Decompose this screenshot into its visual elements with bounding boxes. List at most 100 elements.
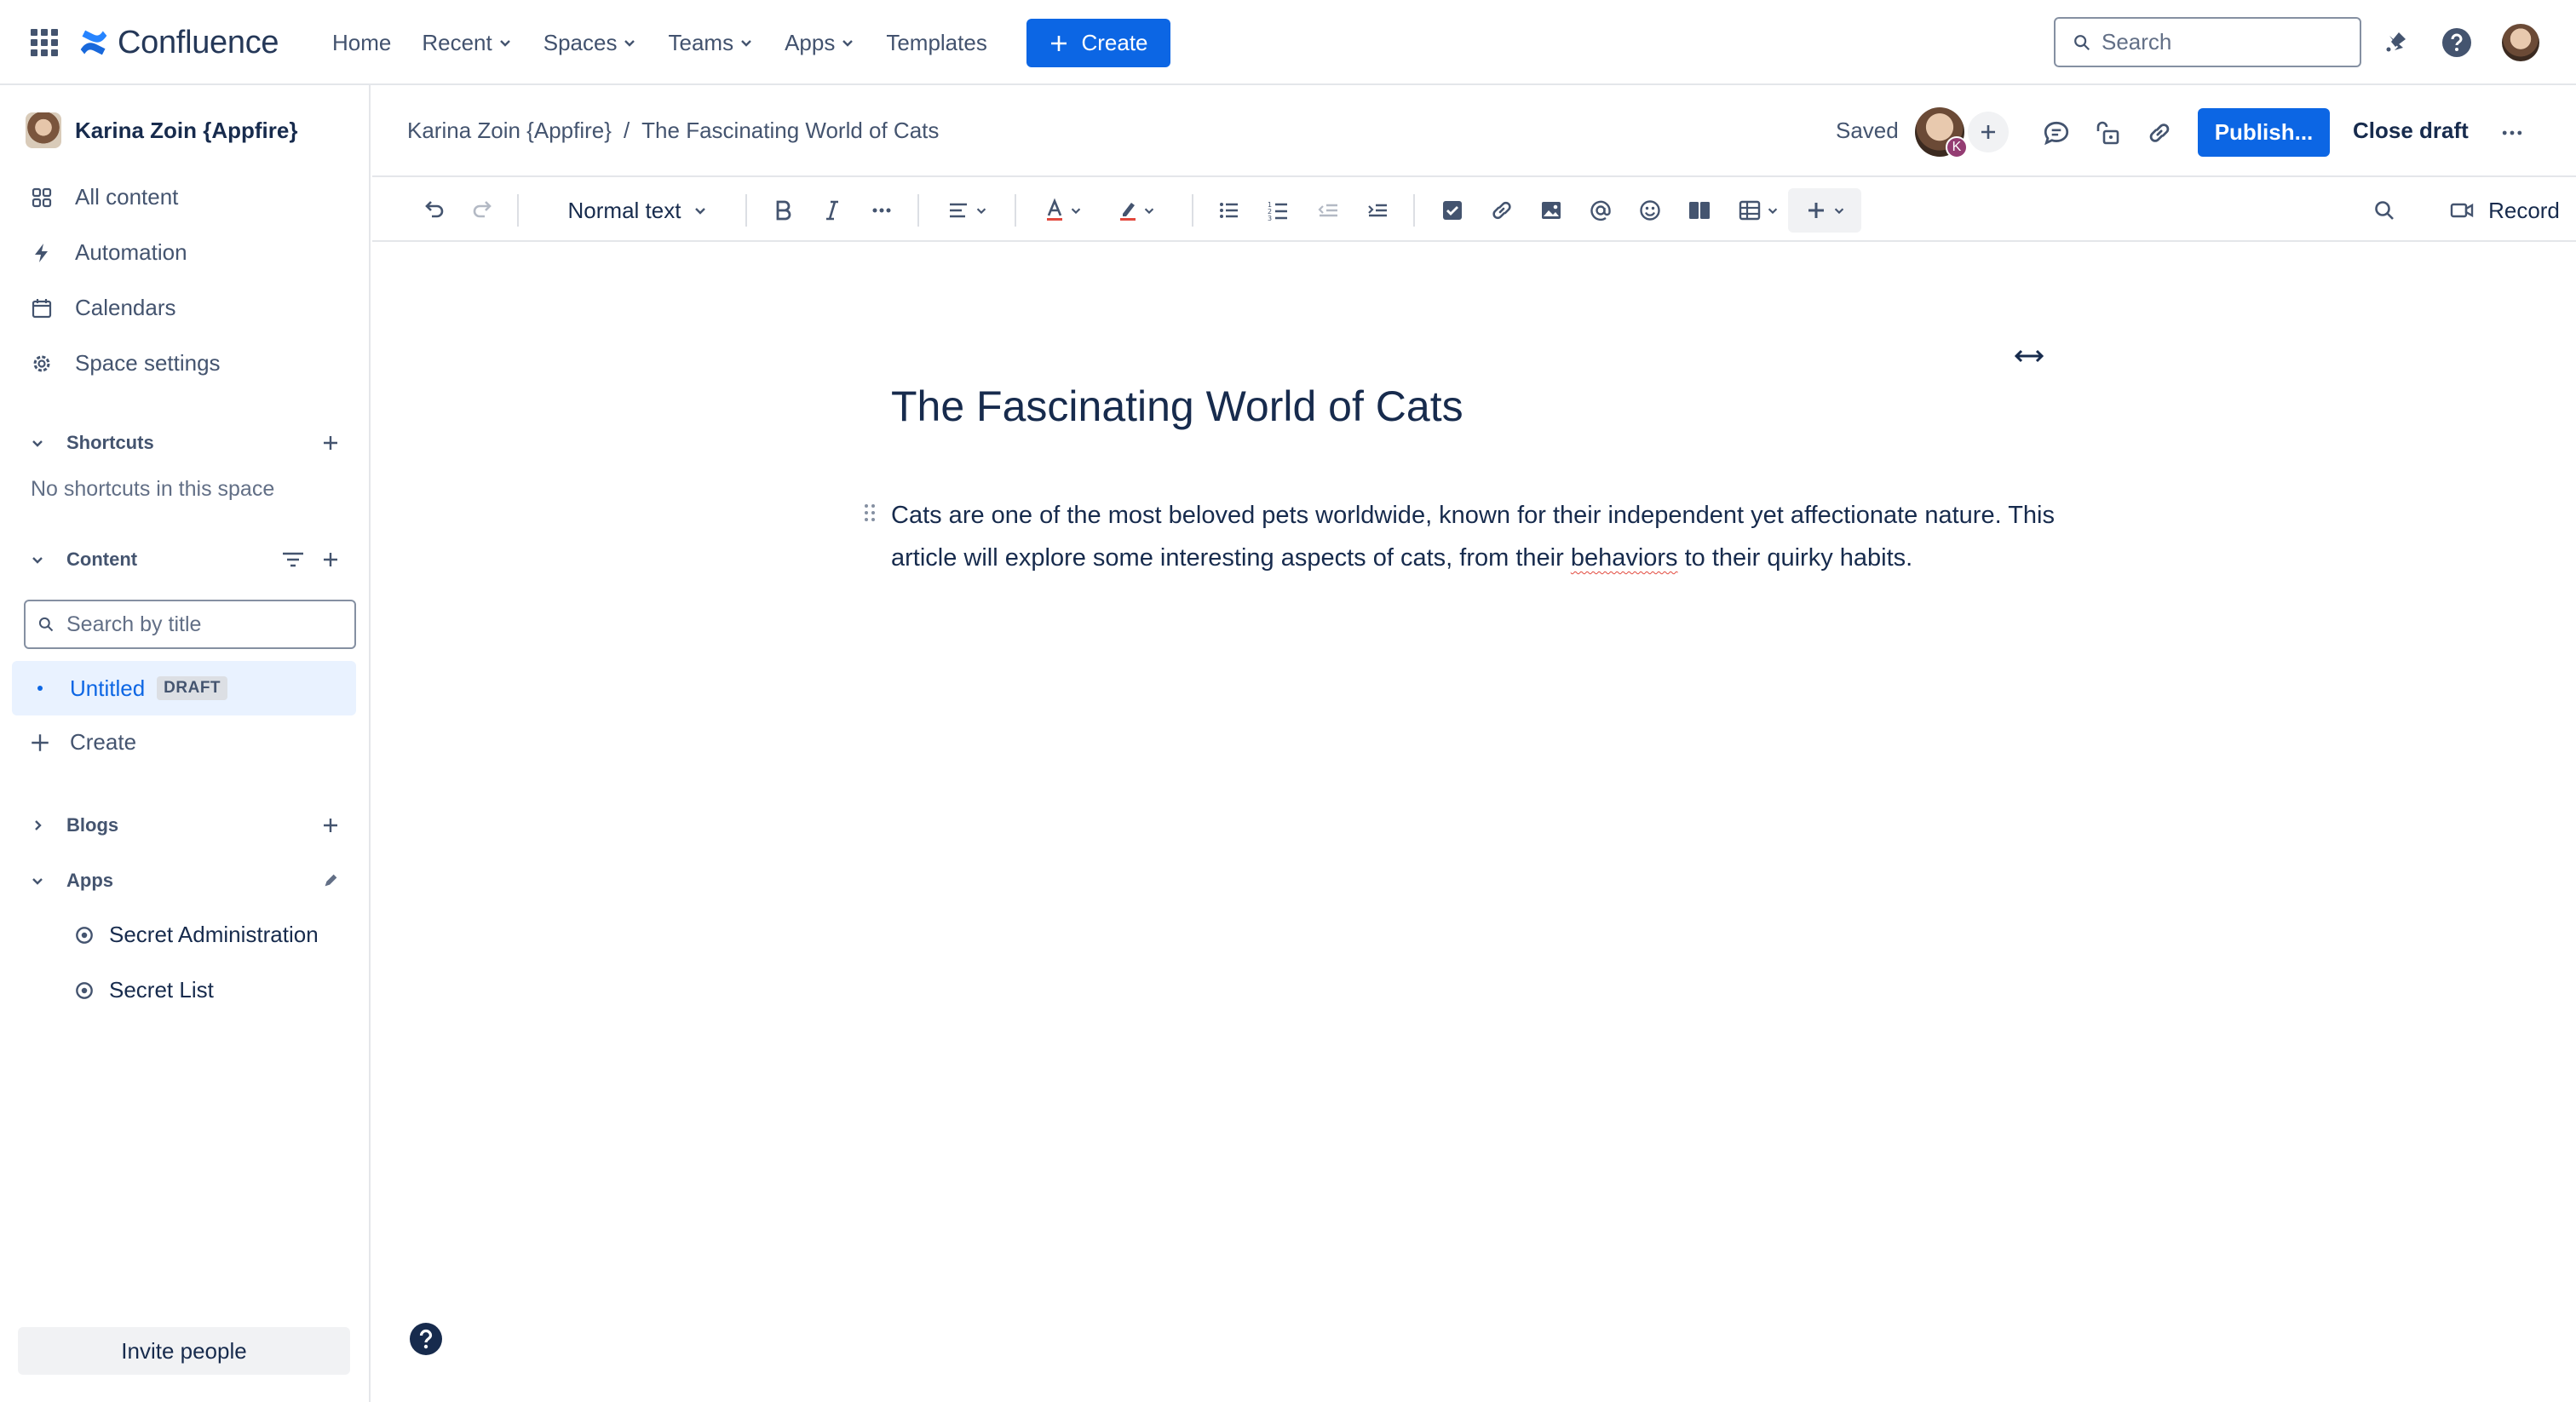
- comment-icon[interactable]: [2039, 116, 2073, 150]
- alignment-dropdown[interactable]: [940, 194, 994, 227]
- italic-icon[interactable]: [815, 194, 849, 227]
- record-label: Record: [2488, 197, 2560, 223]
- undo-icon[interactable]: [417, 194, 451, 227]
- product-name: Confluence: [118, 24, 279, 60]
- page-title[interactable]: The Fascinating World of Cats: [891, 382, 1463, 431]
- add-collaborator-button[interactable]: [1968, 112, 2009, 152]
- chevron-down-icon: [1768, 208, 1778, 215]
- create-content-button[interactable]: Create: [29, 729, 136, 756]
- grid-icon: [32, 187, 52, 207]
- chevron-down-icon[interactable]: [24, 867, 51, 894]
- close-draft-button[interactable]: Close draft: [2353, 118, 2469, 144]
- space-sidebar: Karina Zoin {Appfire} All content Automa…: [0, 85, 371, 1402]
- emoji-icon[interactable]: [1633, 194, 1667, 227]
- sidebar-item-all-content[interactable]: All content: [31, 184, 178, 210]
- notifications-icon[interactable]: [2377, 24, 2414, 61]
- more-formatting-icon[interactable]: [865, 194, 899, 227]
- edit-apps-button[interactable]: [317, 867, 344, 894]
- sidebar-item-space-settings[interactable]: Space settings: [31, 350, 221, 376]
- add-blog-button[interactable]: [317, 812, 344, 839]
- chevron-down-icon[interactable]: [24, 429, 51, 457]
- nav-recent[interactable]: Recent: [422, 30, 512, 56]
- collaborator-avatar[interactable]: K: [1915, 107, 1968, 158]
- text-style-dropdown[interactable]: Normal text: [561, 194, 715, 227]
- apps-section-header[interactable]: Apps: [24, 867, 113, 894]
- search-by-title-input[interactable]: Search by title: [24, 600, 356, 649]
- top-navigation: Confluence Home Recent Spaces Teams Apps…: [0, 0, 2576, 85]
- chevron-down-icon[interactable]: [24, 546, 51, 573]
- breadcrumb-space[interactable]: Karina Zoin {Appfire}: [407, 118, 612, 144]
- outdent-icon[interactable]: [1311, 194, 1345, 227]
- nav-templates[interactable]: Templates: [886, 30, 987, 56]
- filter-button[interactable]: [279, 546, 307, 573]
- sidebar-item-automation[interactable]: Automation: [31, 239, 187, 266]
- shortcuts-section-header[interactable]: Shortcuts: [24, 429, 154, 457]
- publish-button[interactable]: Publish...: [2198, 108, 2330, 157]
- nav-templates-label: Templates: [886, 29, 987, 55]
- task-checkbox-icon[interactable]: [1435, 194, 1469, 227]
- tree-item-title: Untitled: [70, 675, 146, 701]
- chevron-down-icon: [624, 40, 635, 47]
- help-icon[interactable]: [2438, 24, 2475, 61]
- sidebar-item-calendars[interactable]: Calendars: [31, 295, 176, 321]
- add-content-button[interactable]: [317, 546, 344, 573]
- editor-toolbar: Normal text 123 Record: [372, 179, 2576, 242]
- bold-icon[interactable]: [766, 194, 800, 227]
- nav-home[interactable]: Home: [332, 30, 391, 56]
- app-item-secret-administration[interactable]: Secret Administration: [73, 922, 319, 948]
- bullet-list-icon[interactable]: [1212, 194, 1246, 227]
- svg-text:3: 3: [1268, 215, 1272, 222]
- drag-handle-icon[interactable]: [862, 501, 877, 525]
- indent-icon[interactable]: [1360, 194, 1394, 227]
- chevron-right-icon[interactable]: [24, 812, 51, 839]
- profile-avatar[interactable]: [2502, 24, 2539, 61]
- invite-people-button[interactable]: Invite people: [18, 1327, 350, 1375]
- nav-teams-label: Teams: [668, 29, 734, 55]
- content-tree-item-untitled[interactable]: Untitled DRAFT: [12, 661, 356, 715]
- nav-apps[interactable]: Apps: [785, 30, 855, 56]
- record-button[interactable]: Record: [2441, 194, 2568, 227]
- global-search-input[interactable]: Search: [2054, 17, 2361, 67]
- primary-nav: Home Recent Spaces Teams Apps Templates: [332, 0, 1018, 85]
- redo-icon[interactable]: [466, 194, 500, 227]
- link-icon[interactable]: [1485, 194, 1519, 227]
- content-section-header[interactable]: Content: [24, 546, 137, 573]
- table-icon: [1739, 200, 1761, 221]
- confluence-logo[interactable]: Confluence: [78, 22, 279, 63]
- expand-width-icon[interactable]: [2012, 342, 2046, 370]
- copy-link-icon[interactable]: [2142, 116, 2176, 150]
- chevron-down-icon: [1834, 208, 1844, 215]
- space-header[interactable]: Karina Zoin {Appfire}: [26, 112, 297, 148]
- image-icon[interactable]: [1534, 194, 1568, 227]
- layouts-icon[interactable]: [1682, 194, 1716, 227]
- mention-icon[interactable]: [1584, 194, 1618, 227]
- app-item-secret-list[interactable]: Secret List: [73, 977, 214, 1003]
- plus-icon: [324, 436, 337, 450]
- breadcrumb-page[interactable]: The Fascinating World of Cats: [641, 118, 939, 144]
- more-actions-icon[interactable]: [2495, 116, 2529, 150]
- calendar-icon: [32, 298, 52, 318]
- find-replace-icon[interactable]: [2367, 194, 2401, 227]
- sidebar-item-label: All content: [75, 184, 179, 210]
- nav-home-label: Home: [332, 29, 392, 55]
- toolbar-divider: [517, 194, 519, 227]
- body-paragraph[interactable]: Cats are one of the most beloved pets wo…: [891, 494, 2084, 579]
- text-color-dropdown[interactable]: [1037, 194, 1088, 227]
- app-switcher-icon[interactable]: [29, 27, 60, 58]
- page-header-bar: Karina Zoin {Appfire} / The Fascinating …: [372, 85, 2576, 177]
- table-dropdown[interactable]: [1728, 194, 1788, 227]
- space-avatar: [26, 112, 61, 148]
- numbered-list-icon[interactable]: 123: [1262, 194, 1296, 227]
- help-icon[interactable]: [409, 1322, 443, 1356]
- restrictions-unlock-icon[interactable]: [2090, 116, 2125, 150]
- nav-spaces[interactable]: Spaces: [543, 30, 638, 56]
- spellcheck-flagged-word[interactable]: behaviors: [1571, 544, 1678, 572]
- insert-elements-dropdown[interactable]: [1788, 188, 1861, 233]
- create-button[interactable]: Create: [1026, 19, 1170, 67]
- breadcrumb: Karina Zoin {Appfire} / The Fascinating …: [407, 118, 939, 144]
- blogs-section-header[interactable]: Blogs: [24, 812, 118, 839]
- nav-teams[interactable]: Teams: [668, 30, 754, 56]
- bullet-icon: [37, 686, 43, 691]
- add-shortcut-button[interactable]: [317, 429, 344, 457]
- highlight-dropdown[interactable]: [1110, 194, 1161, 227]
